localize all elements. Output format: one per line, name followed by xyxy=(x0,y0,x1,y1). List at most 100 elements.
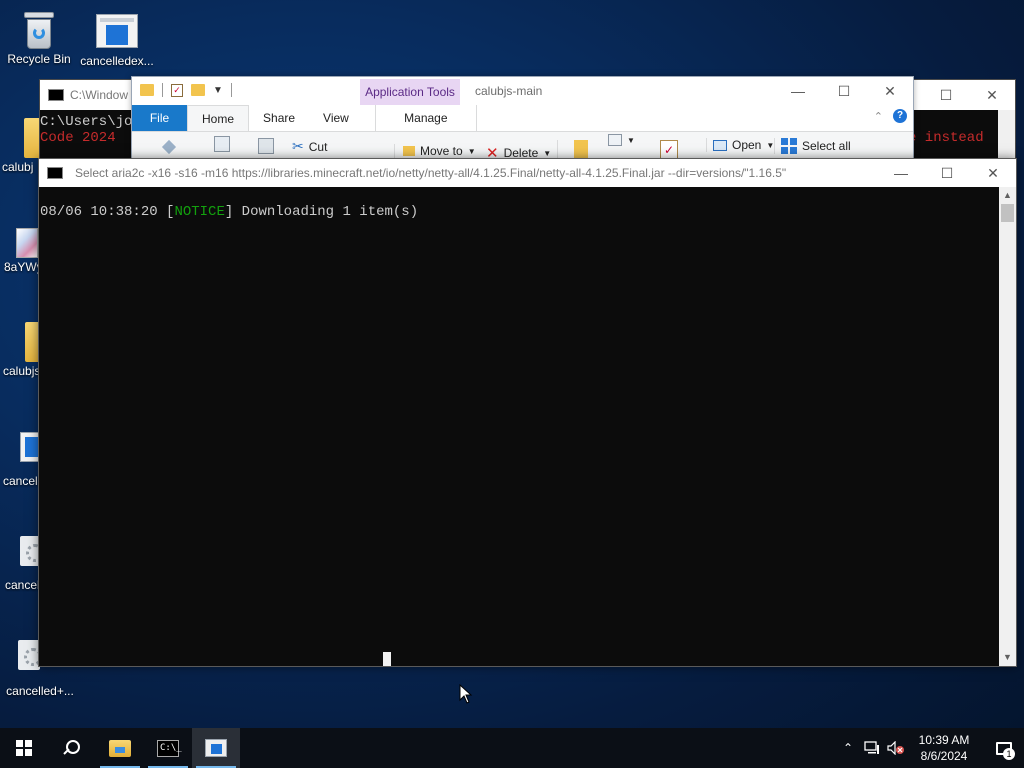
quick-access-toolbar: ✓ ▼ xyxy=(140,83,232,97)
notification-count-badge: 1 xyxy=(1003,748,1015,760)
collapse-ribbon-icon[interactable]: ⌃ xyxy=(874,110,883,123)
scrollbar-thumb[interactable] xyxy=(1001,204,1014,222)
log-timestamp: 08/06 10:38:20 xyxy=(40,204,158,220)
scroll-up-arrow-icon[interactable]: ▲ xyxy=(999,187,1016,204)
desktop-icon-label: 8aYWy xyxy=(4,260,38,274)
desktop-icon-cancell-1[interactable]: cancell xyxy=(3,432,43,488)
customize-toolbar-icon[interactable]: ▼ xyxy=(213,85,223,96)
cut-button[interactable]: ✂ Cut xyxy=(292,138,327,155)
search-button[interactable] xyxy=(48,728,96,768)
new-item-icon xyxy=(608,134,622,146)
text-cursor xyxy=(383,652,391,666)
console-icon xyxy=(48,89,64,101)
window-title: Select aria2c -x16 -s16 -m16 https://lib… xyxy=(75,166,787,180)
move-to-icon xyxy=(403,146,415,156)
open-label: Open xyxy=(732,138,762,152)
document-window-icon xyxy=(96,14,138,48)
clock-time: 10:39 AM xyxy=(918,733,970,747)
command-prompt-window-aria2c[interactable]: Select aria2c -x16 -s16 -m16 https://lib… xyxy=(38,158,1017,667)
log-bracket-close: ] xyxy=(224,204,234,220)
context-tab-application-tools: Application Tools xyxy=(360,79,460,105)
minimize-button[interactable]: — xyxy=(775,77,821,105)
taskbar-file-explorer[interactable] xyxy=(96,728,144,768)
settings-file-icon xyxy=(18,640,42,670)
maximize-button[interactable]: ☐ xyxy=(924,159,970,187)
select-all-icon xyxy=(781,138,797,154)
taskbar-application-window[interactable] xyxy=(192,728,240,768)
clock[interactable]: 10:39 AM 8/6/2024 xyxy=(912,732,976,764)
paste-icon[interactable] xyxy=(258,138,274,154)
desktop-icon-cancell-2[interactable]: cancell xyxy=(5,536,44,592)
desktop-icon-calubj[interactable]: calubj xyxy=(2,118,46,174)
desktop-icon-label: calubj xyxy=(2,160,34,174)
image-file-icon xyxy=(16,228,38,258)
window-title: C:\Window xyxy=(70,88,129,102)
network-icon[interactable] xyxy=(860,741,884,755)
folder-icon xyxy=(140,84,154,96)
select-all-button[interactable]: Select all xyxy=(774,138,851,154)
move-to-button[interactable]: Move to ▼ xyxy=(394,144,476,158)
properties-button[interactable]: ✓ xyxy=(660,140,678,160)
tab-home[interactable]: Home xyxy=(187,105,250,131)
copy-icon[interactable] xyxy=(214,136,230,152)
log-level-notice: NOTICE xyxy=(174,204,225,220)
desktop-icon-label: calubjs xyxy=(3,364,38,378)
select-all-label: Select all xyxy=(802,139,851,153)
window-title: calubjs-main xyxy=(475,84,543,98)
new-folder-button[interactable] xyxy=(557,140,588,160)
search-icon xyxy=(64,740,80,756)
command-prompt-icon: C:\_ xyxy=(157,739,182,757)
application-window-icon xyxy=(205,739,227,757)
help-icon[interactable]: ? xyxy=(893,109,907,123)
tab-file[interactable]: File xyxy=(132,105,187,131)
windows-logo-icon xyxy=(16,740,32,756)
taskbar: C:\_ ⌃ 10:39 AM 8/6/2024 1 xyxy=(0,728,1024,768)
file-explorer-window[interactable]: ✓ ▼ Application Tools calubjs-main — ☐ ✕… xyxy=(131,76,914,162)
log-message: Downloading 1 item(s) xyxy=(241,204,419,220)
new-folder-icon xyxy=(574,140,588,160)
console-icon xyxy=(47,167,63,179)
open-button[interactable]: Open ▼ xyxy=(706,138,774,152)
show-hidden-icons-chevron-icon[interactable]: ⌃ xyxy=(836,741,860,755)
desktop-icon-label: cancell xyxy=(3,474,38,488)
taskbar-command-prompt[interactable]: C:\_ xyxy=(144,728,192,768)
new-item-button[interactable]: ▼ xyxy=(608,134,635,146)
volume-muted-icon[interactable] xyxy=(884,741,908,755)
desktop-icon-label: cancelledex... xyxy=(80,54,154,68)
console-output[interactable]: 08/06 10:38:20 [NOTICE] Downloading 1 it… xyxy=(39,187,999,666)
tab-manage[interactable]: Manage xyxy=(374,105,477,131)
cut-label: Cut xyxy=(308,139,328,154)
start-button[interactable] xyxy=(0,728,48,768)
file-explorer-icon xyxy=(109,739,131,757)
maximize-button[interactable]: ☐ xyxy=(923,80,969,110)
clock-date: 8/6/2024 xyxy=(920,749,968,763)
tab-view[interactable]: View xyxy=(309,105,363,131)
console-log-line: 08/06 10:38:20 [NOTICE] Downloading 1 it… xyxy=(40,204,418,220)
tab-share[interactable]: Share xyxy=(249,105,309,131)
title-bar[interactable]: Select aria2c -x16 -s16 -m16 https://lib… xyxy=(39,159,1016,187)
desktop-icon-recycle-bin[interactable]: Recycle Bin xyxy=(1,10,77,66)
properties-icon[interactable]: ✓ xyxy=(171,83,183,97)
console-line: e instead xyxy=(908,130,984,146)
vertical-scrollbar[interactable]: ▲ ▼ xyxy=(999,187,1016,666)
open-icon xyxy=(713,139,727,151)
minimize-button[interactable]: — xyxy=(878,159,924,187)
scroll-down-arrow-icon[interactable]: ▼ xyxy=(999,649,1016,666)
desktop-icon-label: cancell xyxy=(5,578,38,592)
close-button[interactable]: ✕ xyxy=(970,159,1016,187)
desktop-icon-label: cancelled+... xyxy=(6,684,74,698)
new-folder-icon[interactable] xyxy=(191,84,205,96)
desktop-icon-calubjs[interactable]: calubjs xyxy=(3,322,47,378)
pin-icon[interactable] xyxy=(161,139,177,155)
recycle-bin-icon xyxy=(22,10,56,50)
properties-check-icon: ✓ xyxy=(660,140,678,160)
close-button[interactable]: ✕ xyxy=(867,77,913,105)
desktop-icon-label: Recycle Bin xyxy=(7,52,71,66)
move-to-label: Move to xyxy=(420,144,463,158)
action-center-button[interactable]: 1 xyxy=(984,728,1024,768)
close-button[interactable]: ✕ xyxy=(969,80,1015,110)
maximize-button[interactable]: ☐ xyxy=(821,77,867,105)
scissors-icon: ✂ xyxy=(292,138,304,154)
desktop-icon-8aywy[interactable]: 8aYWy xyxy=(4,228,38,274)
desktop-icon-cancelledex[interactable]: cancelledex... xyxy=(79,14,155,68)
